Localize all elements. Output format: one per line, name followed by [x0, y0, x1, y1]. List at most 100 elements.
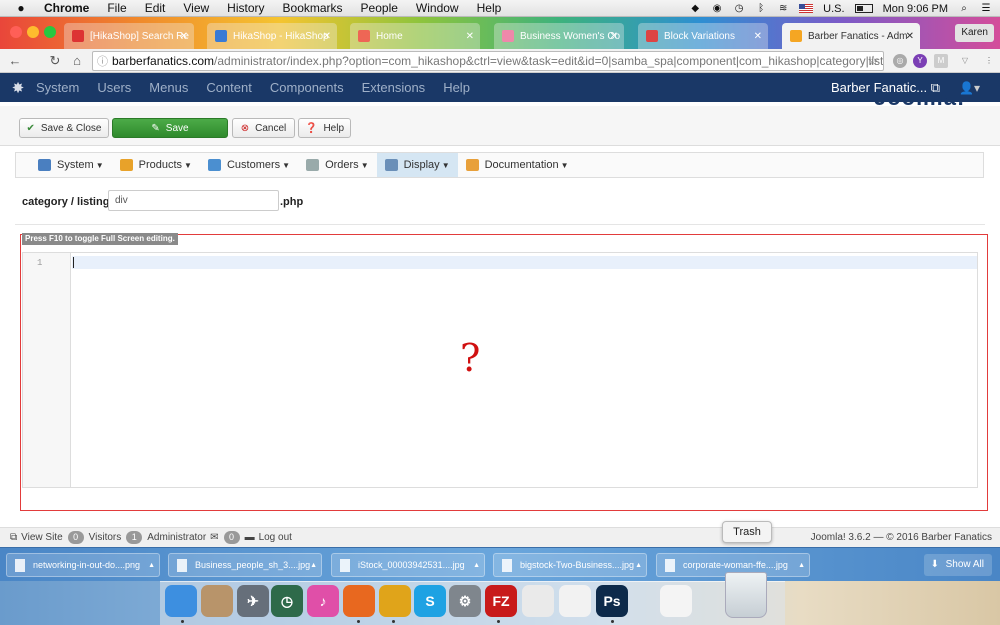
us-flag-icon[interactable] [799, 4, 814, 13]
textedit-icon[interactable] [522, 585, 554, 617]
time-machine-icon[interactable]: ◷ [271, 585, 303, 617]
nav-system[interactable]: System [36, 80, 79, 95]
nav-menus[interactable]: Menus [149, 80, 188, 95]
nav-components[interactable]: Components [270, 80, 344, 95]
joomla-logo-icon[interactable]: ✸ [0, 79, 36, 97]
back-icon[interactable]: ← [4, 53, 26, 68]
file-name-input[interactable] [108, 190, 279, 211]
close-window-icon[interactable] [10, 26, 22, 38]
menu-view[interactable]: View [183, 1, 209, 15]
notification-center-icon[interactable]: ☰ [980, 3, 992, 15]
bookmark-star-icon[interactable]: ☆ [867, 53, 879, 69]
firefox-icon[interactable] [343, 585, 375, 617]
nav-extensions[interactable]: Extensions [362, 80, 426, 95]
submenu-documentation[interactable]: Documentation ▼ [458, 153, 577, 177]
download-item[interactable]: networking-in-out-do....png ▲ [6, 553, 160, 577]
caret-up-icon[interactable]: ▲ [798, 562, 805, 569]
submenu-display[interactable]: Display ▼ [376, 153, 458, 177]
caret-up-icon[interactable]: ▲ [310, 562, 317, 569]
extension-m-icon[interactable]: M [934, 54, 948, 68]
photos-icon[interactable] [559, 585, 591, 617]
nav-content[interactable]: Content [206, 80, 252, 95]
menu-history[interactable]: History [227, 1, 264, 15]
battery-icon[interactable] [854, 4, 873, 13]
input-source-label[interactable]: U.S. [823, 3, 844, 15]
extension-icon[interactable]: ◎ [893, 54, 907, 68]
menu-file[interactable]: File [107, 1, 126, 15]
help-button[interactable]: ❓ Help [298, 118, 351, 138]
download-item[interactable]: iStock_00003942531....jpg ▲ [331, 553, 485, 577]
tab-block-variations[interactable]: Block Variations ✕ [638, 23, 768, 49]
page-info-icon[interactable]: ⓘ [97, 53, 108, 69]
close-tab-icon[interactable]: ✕ [754, 31, 762, 42]
submenu-system[interactable]: System ▼ [30, 153, 112, 177]
chrome-menu-icon[interactable]: ⋮ [982, 54, 996, 68]
tab-hikashop-search[interactable]: [HikaShop] Search Re ✕ [64, 23, 194, 49]
download-item[interactable]: bigstock-Two-Business....jpg ▲ [493, 553, 647, 577]
trash-icon[interactable] [725, 572, 767, 618]
caret-up-icon[interactable]: ▲ [473, 562, 480, 569]
apple-icon[interactable]: ● [14, 1, 28, 15]
tab-business-women[interactable]: Business Women's Co ✕ [494, 23, 624, 49]
reload-icon[interactable]: ↻ [44, 53, 66, 69]
spotlight-icon[interactable]: ⌕ [958, 3, 970, 15]
menu-app-chrome[interactable]: Chrome [44, 1, 89, 15]
save-close-button[interactable]: ✔ Save & Close [19, 118, 109, 138]
logout-link[interactable]: Log out [259, 532, 292, 543]
close-tab-icon[interactable]: ✕ [466, 31, 474, 42]
launchpad-icon[interactable]: ✈ [237, 585, 269, 617]
home-icon[interactable]: ⌂ [66, 53, 88, 68]
nav-help[interactable]: Help [443, 80, 470, 95]
view-site-link[interactable]: View Site [21, 532, 63, 543]
messages-count[interactable]: 0 [223, 531, 240, 544]
tab-home[interactable]: Home ✕ [350, 23, 480, 49]
caret-up-icon[interactable]: ▲ [148, 562, 155, 569]
menu-help[interactable]: Help [477, 1, 502, 15]
address-bar[interactable]: ⓘ barberfanatics.com /administrator/inde… [92, 51, 884, 71]
menu-window[interactable]: Window [416, 1, 459, 15]
filezilla-icon[interactable]: FZ [485, 585, 517, 617]
submenu-orders[interactable]: Orders ▼ [298, 153, 377, 177]
skype-icon[interactable]: S [414, 585, 446, 617]
finder-icon[interactable] [165, 585, 197, 617]
system-preferences-icon[interactable]: ⚙ [449, 585, 481, 617]
caret-up-icon[interactable]: ▲ [635, 562, 642, 569]
extension-shield-icon[interactable]: ▽ [958, 54, 972, 68]
minimize-window-icon[interactable] [27, 26, 39, 38]
nav-users[interactable]: Users [97, 80, 131, 95]
user-menu-icon[interactable]: 👤▾ [959, 81, 980, 95]
tab-barber-fanatics[interactable]: Barber Fanatics - Adm ✕ [782, 23, 920, 49]
yahoo-extension-icon[interactable]: Y [913, 54, 927, 68]
profile-button[interactable]: Karen [955, 24, 994, 42]
photoshop-icon[interactable]: Ps [596, 585, 628, 617]
wifi-icon[interactable]: ≋ [777, 3, 789, 15]
sync-icon[interactable]: ◉ [711, 3, 723, 15]
show-all-button[interactable]: Show All [923, 554, 992, 576]
contacts-icon[interactable] [201, 585, 233, 617]
clock[interactable]: Mon 9:06 PM [883, 3, 948, 15]
close-tab-icon[interactable]: ✕ [323, 31, 331, 42]
code-editor[interactable]: 1 [22, 252, 978, 488]
download-item[interactable]: Business_people_sh_3....jpg ▲ [168, 553, 322, 577]
close-tab-icon[interactable]: ✕ [610, 31, 618, 42]
menu-edit[interactable]: Edit [145, 1, 166, 15]
view-site-icon[interactable]: ⧉ [10, 532, 17, 543]
pdf-document-icon[interactable] [660, 585, 692, 617]
save-button[interactable]: ✎ Save [112, 118, 228, 138]
cancel-button[interactable]: ⊗ Cancel [232, 118, 295, 138]
active-line[interactable] [72, 256, 977, 269]
chrome-icon[interactable] [379, 585, 411, 617]
dropbox-icon[interactable]: ◆ [689, 3, 701, 15]
mail-icon[interactable]: ✉ [210, 532, 218, 543]
submenu-products[interactable]: Products ▼ [112, 153, 200, 177]
tab-hikashop[interactable]: HikaShop - HikaShop ✕ [207, 23, 337, 49]
itunes-icon[interactable]: ♪ [307, 585, 339, 617]
site-link[interactable]: Barber Fanatic... ⧉ [831, 80, 940, 96]
menu-people[interactable]: People [361, 1, 398, 15]
time-machine-menu-icon[interactable]: ◷ [733, 3, 745, 15]
submenu-customers[interactable]: Customers ▼ [200, 153, 298, 177]
menu-bookmarks[interactable]: Bookmarks [283, 1, 343, 15]
close-tab-icon[interactable]: ✕ [906, 31, 914, 42]
zoom-window-icon[interactable] [44, 26, 56, 38]
bluetooth-icon[interactable]: ᛒ [755, 3, 767, 15]
